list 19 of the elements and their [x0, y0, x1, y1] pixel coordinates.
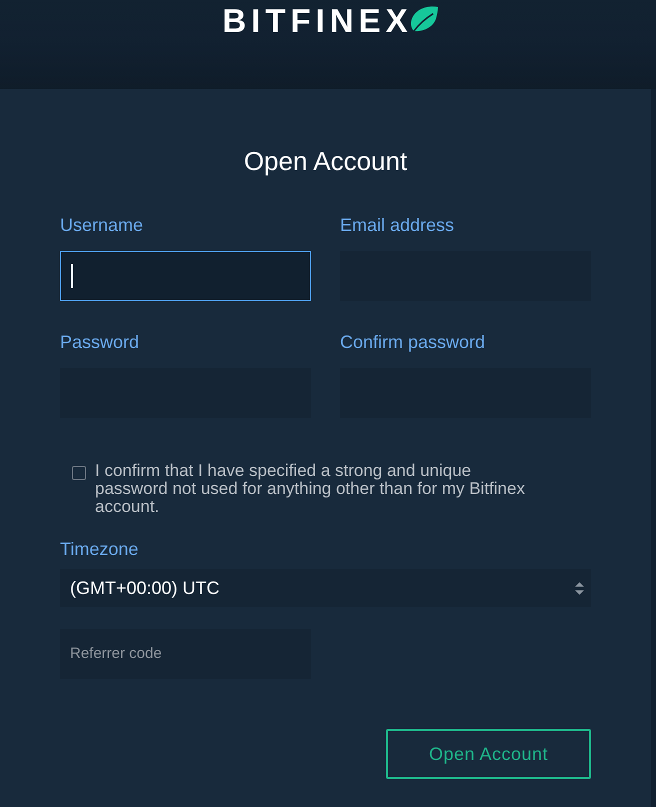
text-caret	[71, 264, 73, 288]
checkbox[interactable]	[72, 466, 86, 480]
logo[interactable]: BITFINEX	[217, 1, 439, 37]
form-title: Open Account	[244, 146, 408, 176]
field-label: Confirm password	[340, 331, 486, 353]
select-value: (GMT+00:00) UTC	[70, 577, 220, 599]
referrer-field[interactable]: Referrer code	[60, 629, 311, 679]
field-label: Email address	[340, 214, 454, 236]
sort-arrows-icon	[575, 582, 584, 594]
leaf-icon	[410, 6, 439, 32]
timezone-select[interactable]: (GMT+00:00) UTC	[60, 569, 591, 607]
field-label: Password	[60, 331, 140, 353]
confirm-text: I confirm that I have specified a strong and unique password not used for anything other than for my Bitfinex account.	[95, 462, 526, 516]
field-label: Username	[60, 214, 144, 236]
input-field[interactable]	[60, 251, 311, 301]
field-label: Timezone	[60, 538, 138, 560]
logo-text: BITFINEX	[222, 5, 413, 37]
open-account-button[interactable]: Open Account	[386, 729, 591, 779]
placeholder-text: Referrer code	[70, 645, 162, 663]
